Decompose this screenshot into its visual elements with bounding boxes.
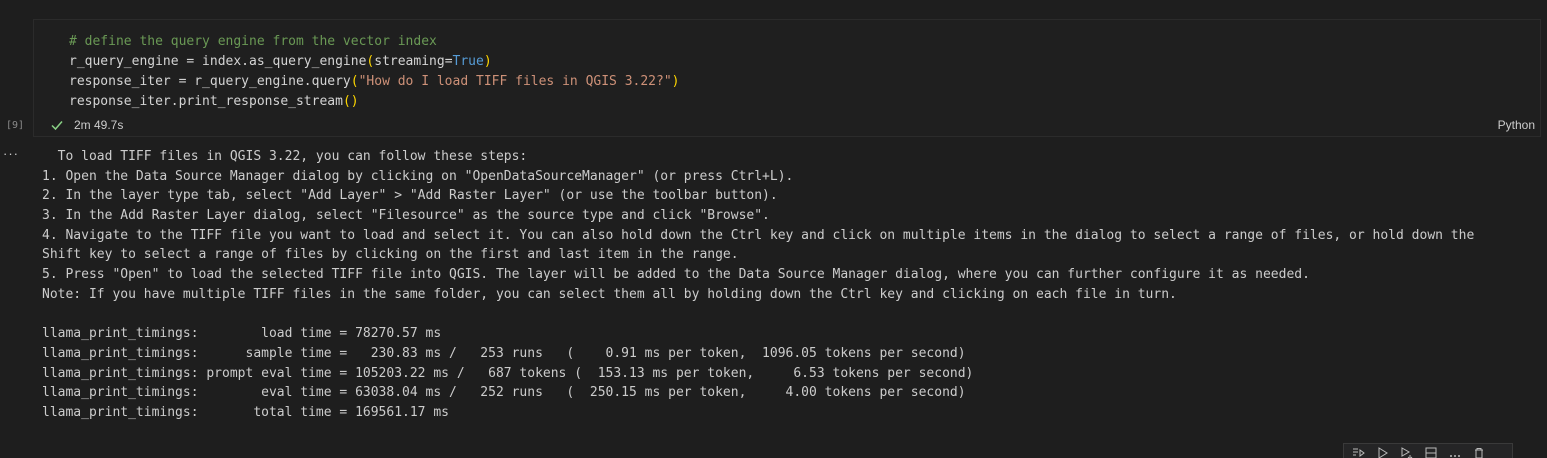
check-icon (50, 118, 64, 132)
execution-duration: 2m 49.7s (74, 118, 124, 132)
output-line: 3. In the Add Raster Layer dialog, selec… (42, 208, 770, 224)
execute-above-icon[interactable] (1352, 446, 1366, 458)
language-picker[interactable]: Python (1498, 118, 1535, 132)
notebook-view: [9] # define the query engine from the v… (0, 0, 1547, 458)
output-line: llama_print_timings: prompt eval time = … (42, 365, 974, 381)
code-editor[interactable]: # define the query engine from the vecto… (69, 32, 680, 112)
output-line: Shift key to select a range of files by … (42, 247, 739, 263)
execution-status: 2m 49.7s (50, 116, 123, 134)
output-line: 4. Navigate to the TIFF file you want to… (42, 227, 1475, 243)
more-actions-icon[interactable] (1448, 446, 1462, 458)
code-bracket: ) (483, 54, 492, 69)
output-line: 1. Open the Data Source Manager dialog b… (42, 168, 794, 184)
code-bracket: ) (671, 74, 680, 89)
output-line: Note: If you have multiple TIFF files in… (42, 286, 1177, 302)
code-keyword: True (452, 54, 484, 69)
code-comment: # define the query engine from the vecto… (69, 34, 437, 49)
code-line: response_iter.print_response_stream() (69, 92, 680, 112)
code-text: response_iter = r_query_engine.query (69, 74, 351, 89)
code-bracket: ( (342, 94, 351, 109)
execution-count: [9] (6, 120, 25, 131)
code-line: r_query_engine = index.as_query_engine(s… (69, 52, 680, 72)
cell-output: To load TIFF files in QGIS 3.22, you can… (42, 147, 1474, 423)
output-line: llama_print_timings: total time = 169561… (42, 404, 449, 420)
code-string: "How do I load TIFF files in QGIS 3.22?" (358, 74, 672, 89)
output-line: To load TIFF files in QGIS 3.22, you can… (42, 149, 528, 164)
code-text: response_iter.print_response_stream (69, 94, 343, 109)
run-below-icon[interactable] (1400, 446, 1414, 458)
output-line: 2. In the layer type tab, select "Add La… (42, 188, 778, 204)
code-bracket: ( (350, 74, 359, 89)
output-line: llama_print_timings: sample time = 230.8… (42, 345, 966, 361)
output-line: llama_print_timings: eval time = 63038.0… (42, 385, 966, 401)
code-bracket: ) (350, 94, 359, 109)
code-line: response_iter = r_query_engine.query("Ho… (69, 72, 680, 92)
more-icon[interactable]: ··· (3, 146, 19, 161)
run-cell-icon[interactable] (1376, 446, 1390, 458)
output-line: llama_print_timings: load time = 78270.5… (42, 326, 442, 342)
code-text: r_query_engine = index.as_query_engine (69, 54, 367, 69)
code-cell[interactable]: # define the query engine from the vecto… (33, 19, 1541, 137)
output-line: 5. Press "Open" to load the selected TIF… (42, 267, 1310, 283)
code-line: # define the query engine from the vecto… (69, 32, 680, 52)
delete-icon[interactable] (1472, 446, 1486, 458)
code-text: streaming= (374, 54, 453, 69)
cell-toolbar (1343, 443, 1513, 458)
split-cell-icon[interactable] (1424, 446, 1438, 458)
